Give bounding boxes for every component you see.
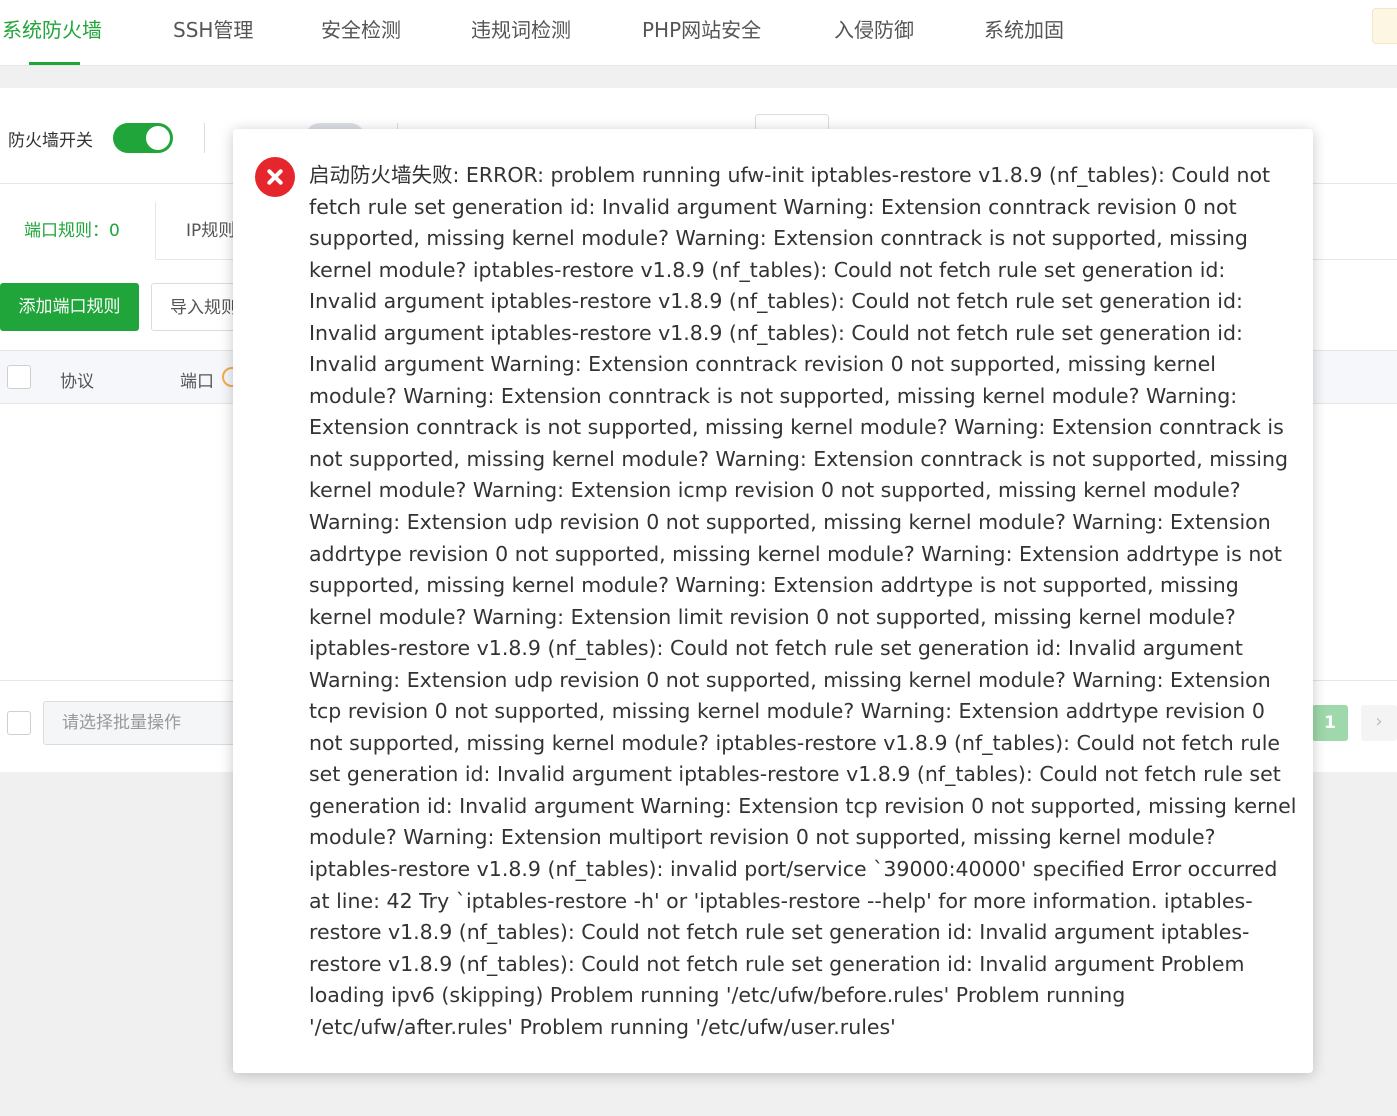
column-protocol: 协议 (60, 372, 94, 392)
top-tab-bar: 系统防火墙 SSH管理 安全检测 违规词检测 PHP网站安全 入侵防御 系统加固 (0, 0, 1397, 66)
toggle-knob (146, 126, 170, 150)
add-port-rule-button[interactable]: 添加端口规则 (0, 283, 139, 331)
error-message-dialog: 启动防火墙失败: ERROR: problem running ufw-init… (233, 129, 1313, 1073)
footer-select-checkbox[interactable] (7, 711, 31, 735)
tab-system-hardening[interactable]: 系统加固 (984, 14, 1064, 43)
divider (204, 123, 205, 153)
select-all-checkbox[interactable] (7, 365, 31, 389)
column-port: 端口 (180, 372, 214, 392)
error-message-text: 启动防火墙失败: ERROR: problem running ufw-init… (309, 163, 1297, 1039)
tab-system-firewall[interactable]: 系统防火墙 (2, 14, 102, 43)
page-number-current[interactable]: 1 (1312, 705, 1348, 741)
tab-security-check[interactable]: 安全检测 (321, 14, 401, 43)
chevron-right-icon[interactable]: › (1361, 705, 1397, 741)
tab-ssh-management[interactable]: SSH管理 (173, 14, 253, 43)
active-tab-indicator (29, 62, 80, 65)
tab-intrusion-defense[interactable]: 入侵防御 (834, 14, 914, 43)
tab-illegal-word-check[interactable]: 违规词检测 (471, 14, 571, 43)
corner-button[interactable] (1372, 8, 1397, 44)
subtab-port-rules[interactable]: 端口规则：0 (0, 202, 156, 260)
firewall-toggle[interactable] (113, 123, 173, 153)
firewall-switch-label: 防火墙开关 (8, 131, 93, 151)
tab-php-site-security[interactable]: PHP网站安全 (642, 14, 761, 43)
error-icon (255, 157, 295, 197)
